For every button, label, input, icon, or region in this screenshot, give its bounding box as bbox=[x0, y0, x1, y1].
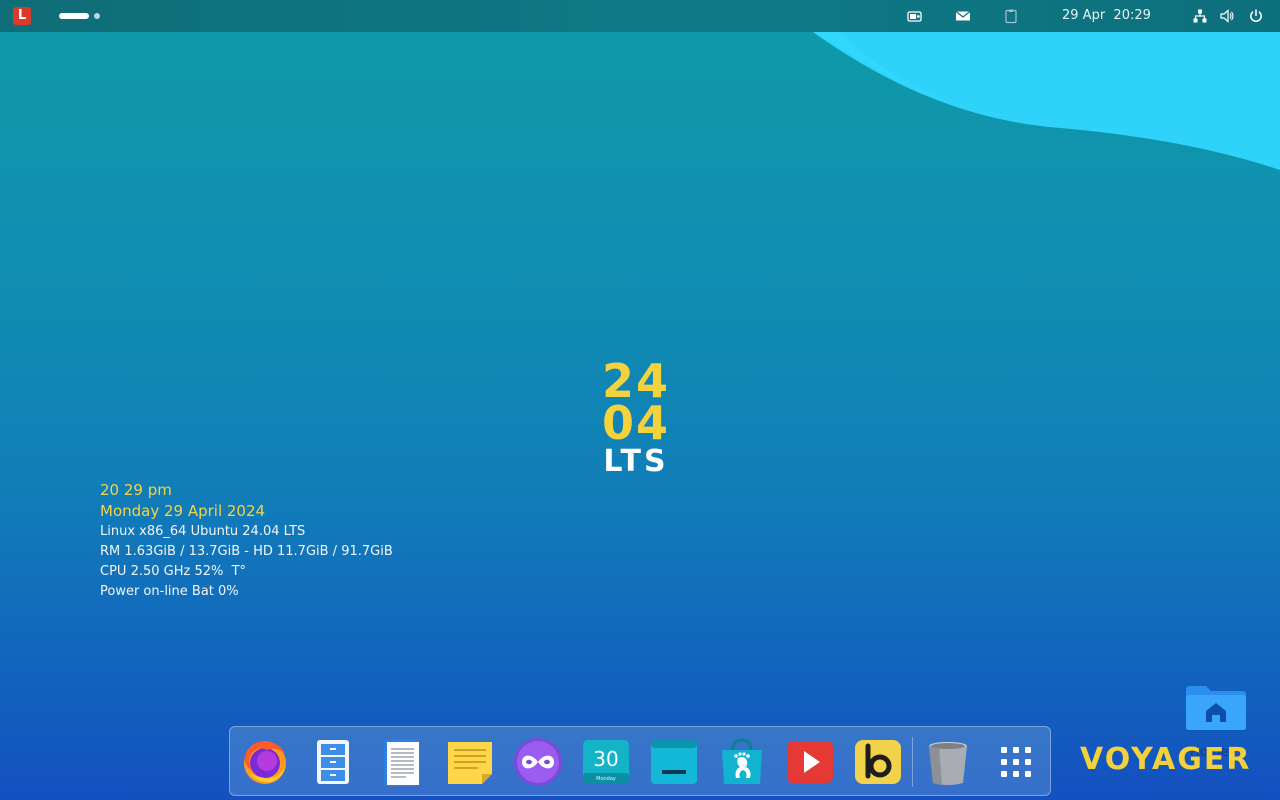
b-app-icon bbox=[855, 740, 901, 784]
dock-item-trash[interactable] bbox=[921, 735, 975, 789]
dock-separator bbox=[912, 737, 913, 787]
workspace-1-indicator[interactable] bbox=[59, 13, 89, 19]
file-cabinet-icon bbox=[317, 740, 349, 784]
terminal-icon bbox=[651, 740, 697, 784]
dock-item-firefox[interactable] bbox=[238, 735, 292, 789]
calendar-icon: 30 Monday bbox=[583, 740, 629, 784]
dock-item-file-manager[interactable] bbox=[306, 735, 360, 789]
voyager-brand-text: VOYAGER bbox=[1080, 742, 1252, 777]
dock: 30 Monday bbox=[229, 726, 1051, 796]
dock-item-text-editor[interactable] bbox=[375, 735, 429, 789]
dock-item-terminal[interactable] bbox=[647, 735, 701, 789]
workspace-2-indicator[interactable] bbox=[94, 13, 100, 19]
volume-icon[interactable] bbox=[1219, 8, 1235, 24]
document-icon bbox=[384, 739, 420, 786]
dock-item-software-store[interactable] bbox=[715, 735, 769, 789]
battery-status-icon[interactable] bbox=[907, 8, 923, 24]
calendar-weekday: Monday bbox=[596, 776, 616, 782]
dock-item-notes[interactable] bbox=[443, 735, 497, 789]
calendar-day: 30 bbox=[593, 747, 618, 771]
dock-item-show-apps[interactable] bbox=[989, 735, 1043, 789]
infinity-mask-icon bbox=[514, 738, 562, 786]
version-month: 04 bbox=[601, 396, 670, 450]
conky-power: Power on-line Bat 0% bbox=[100, 584, 239, 599]
clipboard-icon[interactable] bbox=[1003, 8, 1019, 24]
trash-icon bbox=[929, 742, 967, 785]
dock-item-tor-browser[interactable] bbox=[511, 735, 565, 789]
power-icon[interactable] bbox=[1248, 8, 1264, 24]
system-monitor-widget: 20 29 pm Monday 29 April 2024 Linux x86_… bbox=[100, 480, 393, 602]
firefox-icon bbox=[244, 741, 286, 784]
network-icon[interactable] bbox=[1192, 8, 1208, 24]
ubuntu-version-logo: 24 04 LTS bbox=[588, 358, 684, 480]
store-bag-icon bbox=[722, 738, 762, 784]
play-icon bbox=[787, 741, 833, 783]
conky-memory: RM 1.63GiB / 13.7GiB - HD 11.7GiB / 91.7… bbox=[100, 544, 393, 559]
conky-date: Monday 29 April 2024 bbox=[100, 502, 266, 520]
app-menu-button[interactable]: L bbox=[13, 7, 31, 25]
conky-cpu: CPU 2.50 GHz 52% T° bbox=[100, 564, 247, 579]
conky-system: Linux x86_64 Ubuntu 24.04 LTS bbox=[100, 524, 306, 539]
conky-time: 20 29 pm bbox=[100, 481, 172, 499]
home-folder-icon[interactable] bbox=[1184, 684, 1248, 732]
mail-icon[interactable] bbox=[955, 8, 971, 24]
dock-item-calendar[interactable]: 30 Monday bbox=[579, 735, 633, 789]
sticky-notes-icon bbox=[448, 742, 492, 784]
dock-item-bookmarks[interactable] bbox=[851, 735, 905, 789]
dock-item-video-player[interactable] bbox=[783, 735, 837, 789]
clock-date-time[interactable]: 29 Apr 20:29 bbox=[1062, 8, 1151, 24]
top-panel: L 29 Apr 20:29 bbox=[0, 0, 1280, 32]
app-grid-icon bbox=[1001, 747, 1031, 777]
